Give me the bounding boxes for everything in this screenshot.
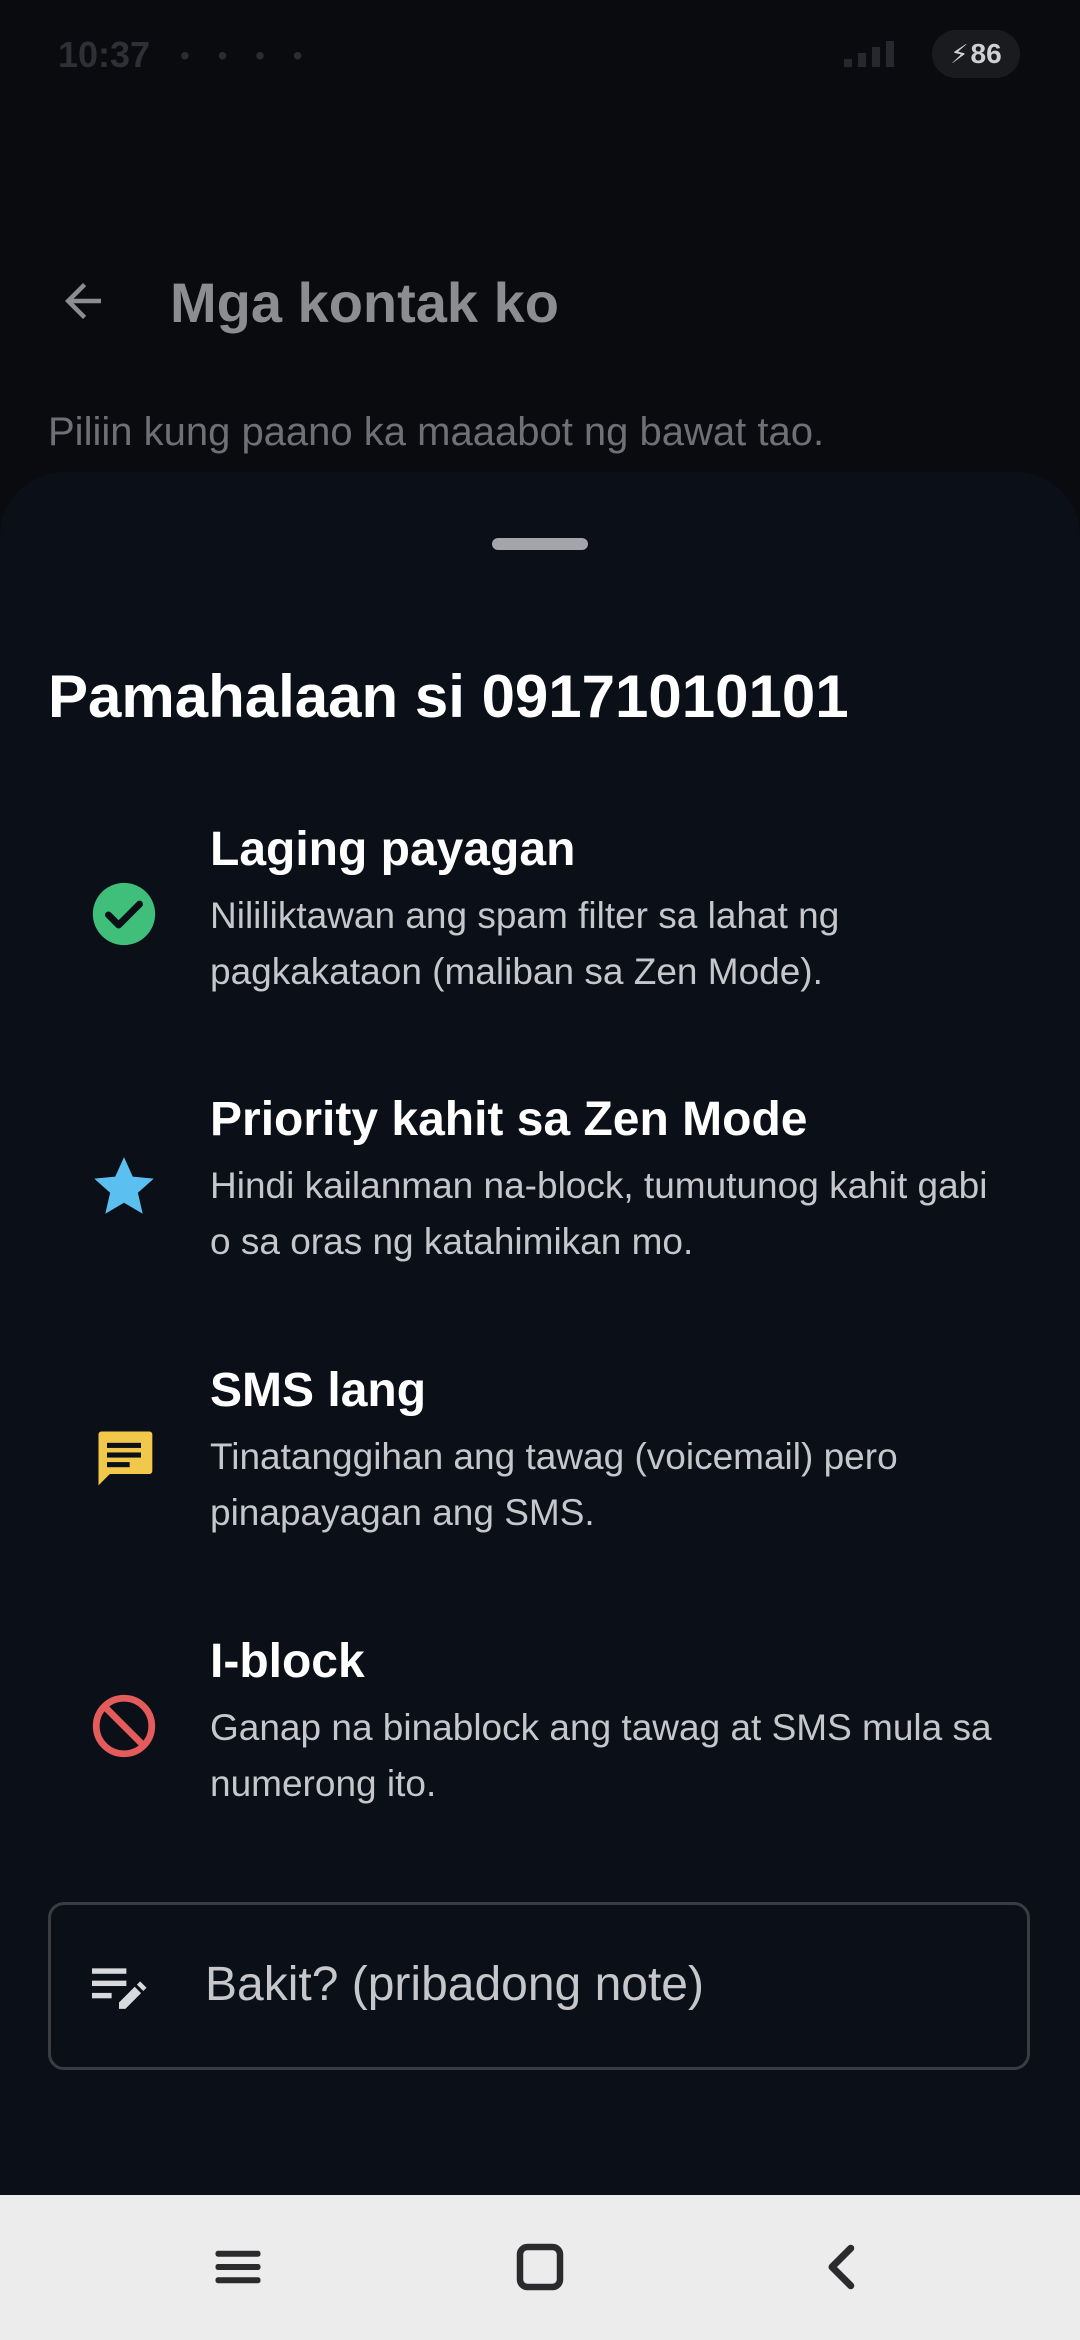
back-chevron-icon[interactable]	[812, 2237, 872, 2297]
note-placeholder: Bakit? (pribadong note)	[205, 1958, 704, 2011]
menu-icon[interactable]	[208, 2237, 268, 2297]
star-icon	[94, 1157, 154, 1214]
system-nav-bar	[0, 2195, 1080, 2340]
signal-icon	[844, 41, 914, 67]
option-description: Hindi kailanman na-block, tumutunog kahi…	[210, 1165, 988, 1262]
battery-indicator: ⚡ 86	[932, 30, 1020, 78]
sheet-title: Pamahalaan si 09171010101	[48, 663, 849, 730]
option-label: Laging payagan	[210, 823, 576, 876]
page-subtitle: Piliin kung paano ka maaabot ng bawat ta…	[48, 410, 825, 454]
private-note-field[interactable]: Bakit? (pribadong note)	[48, 1902, 1030, 2070]
app-header: Mga kontak ko	[0, 240, 1080, 360]
manage-contact-sheet: Pamahalaan si 09171010101 Laging payagan…	[0, 472, 1080, 2195]
status-right-group: ⚡ 86	[844, 30, 1020, 78]
status-notification-dots: • • • •	[180, 40, 313, 71]
page-title: Mga kontak ko	[170, 271, 559, 334]
option-priority-zen[interactable]: Priority kahit sa Zen Mode Hindi kailanm…	[48, 1092, 1038, 1322]
battery-level: 86	[970, 38, 1002, 69]
edit-note-icon	[92, 1968, 147, 2009]
option-description: Ganap na binablock ang tawag at SMS mula…	[210, 1707, 992, 1804]
message-icon	[98, 1431, 153, 1486]
option-description: Tinatanggihan ang tawag (voicemail) pero…	[210, 1436, 898, 1533]
option-description: Nililiktawan ang spam filter sa lahat ng…	[210, 895, 840, 992]
option-label: Priority kahit sa Zen Mode	[210, 1093, 808, 1146]
option-block[interactable]: I-block Ganap na binablock ang tawag at …	[48, 1634, 1038, 1864]
status-time: 10:37	[58, 34, 151, 75]
check-circle-icon	[92, 882, 156, 946]
charging-bolt-icon: ⚡	[950, 39, 969, 69]
option-sms-only[interactable]: SMS lang Tinatanggihan ang tawag (voicem…	[48, 1363, 1038, 1593]
option-label: I-block	[210, 1635, 365, 1688]
home-square-icon[interactable]	[510, 2237, 570, 2297]
drag-handle[interactable]	[492, 538, 588, 550]
option-always-allow[interactable]: Laging payagan Nililiktawan ang spam fil…	[48, 822, 1038, 1052]
status-bar: 10:37 • • • • ⚡ 86	[0, 0, 1080, 110]
back-arrow-icon[interactable]	[56, 274, 110, 328]
option-label: SMS lang	[210, 1364, 427, 1417]
block-icon	[92, 1694, 156, 1758]
